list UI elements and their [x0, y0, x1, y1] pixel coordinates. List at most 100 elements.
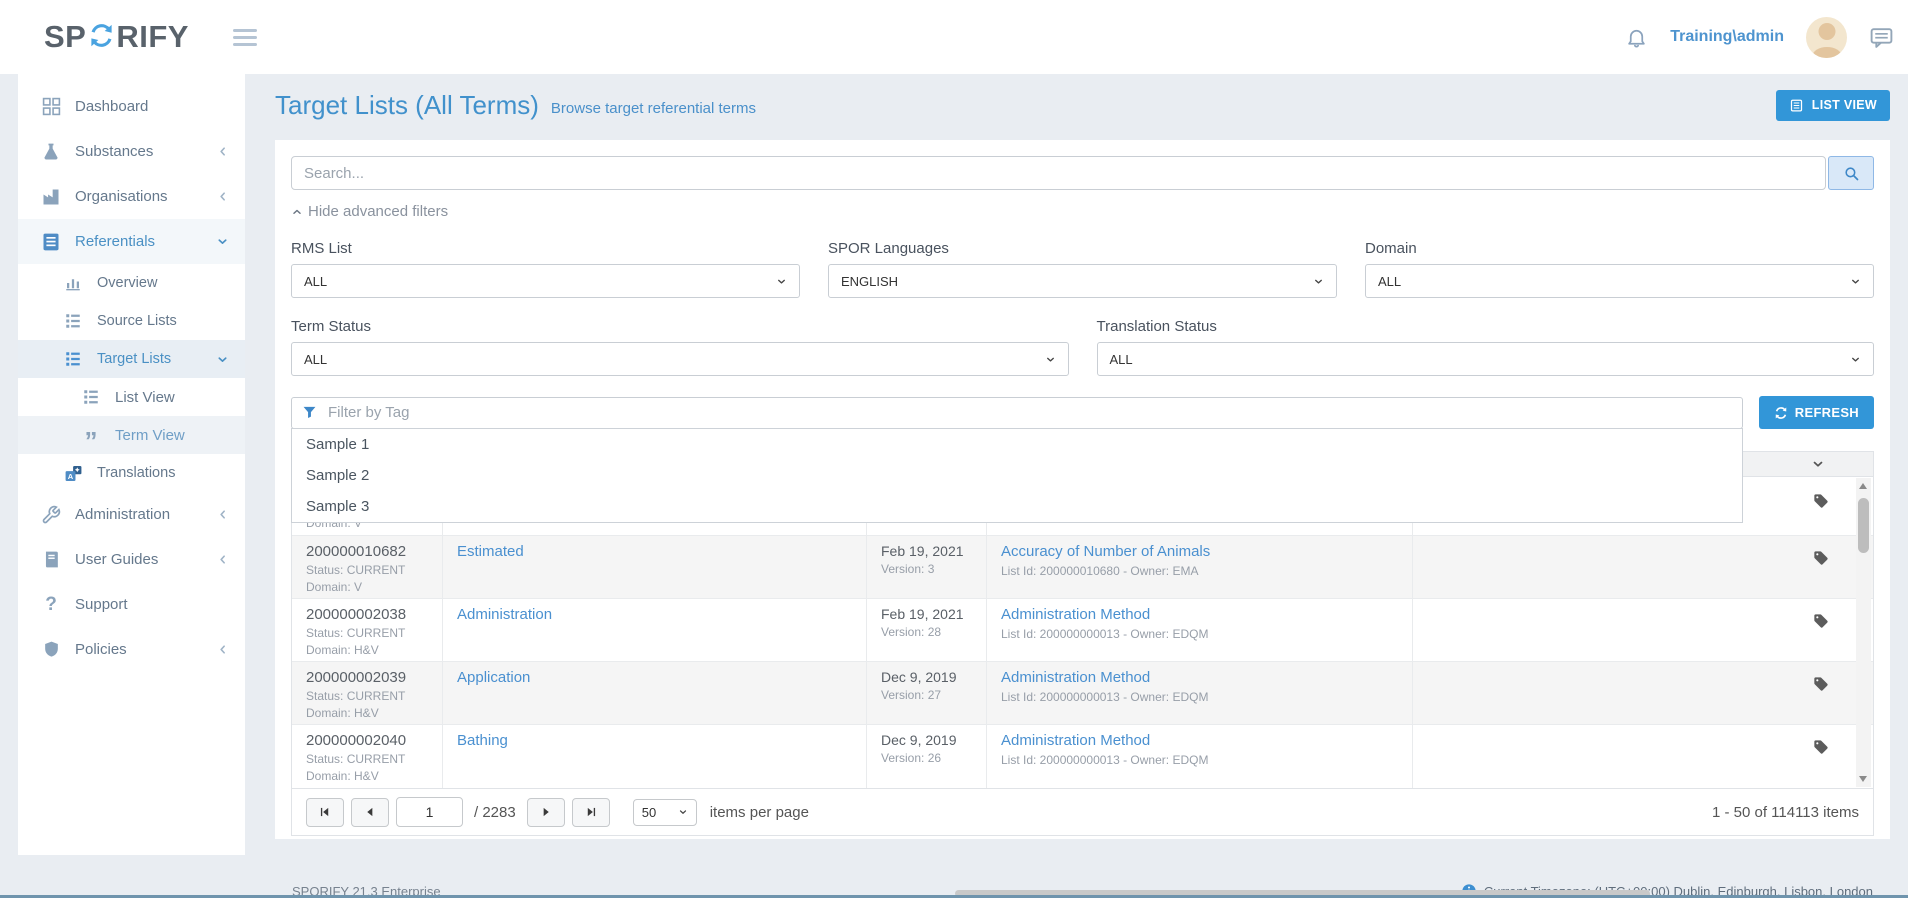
- sidebar-item-dashboard[interactable]: Dashboard: [18, 84, 245, 129]
- wrench-icon: [40, 504, 62, 526]
- feedback-chat-icon[interactable]: [1869, 25, 1894, 50]
- translation-status-select[interactable]: ALL: [1097, 342, 1875, 376]
- last-page-button[interactable]: [572, 798, 610, 827]
- tag-icon[interactable]: [1813, 676, 1829, 692]
- search-input[interactable]: [291, 156, 1826, 190]
- sidebar-item-user-guides[interactable]: User Guides: [18, 537, 245, 582]
- previous-page-button[interactable]: [351, 798, 389, 827]
- term-link[interactable]: Bathing: [457, 732, 508, 749]
- tag-icon[interactable]: [1813, 739, 1829, 755]
- book-icon: [40, 549, 62, 571]
- items-range-label: 1 - 50 of 114113 items: [1712, 804, 1859, 821]
- logo-refresh-icon: [88, 22, 115, 54]
- term-link[interactable]: Application: [457, 669, 530, 686]
- spor-languages-label: SPOR Languages: [828, 240, 1337, 257]
- tag-option-sample-3[interactable]: Sample 3: [292, 491, 1742, 522]
- previous-page-icon: [363, 805, 377, 819]
- term-status-label: Term Status: [291, 318, 1069, 335]
- table-row: 200000002039 Status: CURRENT Domain: H&V…: [292, 662, 1873, 725]
- chevron-down-icon: [776, 276, 787, 287]
- table-row: 200000010682 Status: CURRENT Domain: V E…: [292, 536, 1873, 599]
- domain-select[interactable]: ALL: [1365, 264, 1874, 298]
- chevron-left-icon: [216, 145, 229, 158]
- list-icon: [62, 310, 84, 332]
- list-icon: [80, 386, 102, 408]
- chevron-left-icon: [216, 643, 229, 656]
- sidebar-item-substances[interactable]: Substances: [18, 129, 245, 174]
- chevron-left-icon: [216, 508, 229, 521]
- grid-body: Domain: V 200000010682 Status: CURRENT D…: [292, 477, 1873, 788]
- top-header: SP RIFY Training\admin: [0, 0, 1908, 74]
- avatar[interactable]: [1806, 17, 1847, 58]
- filters-and-grid-panel: Hide advanced filters RMS List ALL SPOR …: [275, 140, 1890, 839]
- table-row: 200000002038 Status: CURRENT Domain: H&V…: [292, 599, 1873, 662]
- scroll-up-arrow[interactable]: [1859, 483, 1867, 489]
- last-page-icon: [584, 805, 598, 819]
- refresh-button[interactable]: REFRESH: [1759, 396, 1874, 429]
- sidebar-item-term-view[interactable]: ” Term View: [18, 416, 245, 454]
- menu-toggle-icon[interactable]: [233, 29, 257, 46]
- chevron-down-icon: [1045, 354, 1056, 365]
- sidebar-item-list-view[interactable]: List View: [18, 378, 245, 416]
- logo-text-prefix: SP: [44, 19, 86, 55]
- user-menu[interactable]: Training\admin: [1670, 28, 1784, 46]
- first-page-icon: [318, 805, 332, 819]
- factory-icon: [40, 186, 62, 208]
- translation-status-label: Translation Status: [1097, 318, 1875, 335]
- grid-header-chevron-down-icon[interactable]: [1811, 457, 1825, 471]
- list-link[interactable]: Administration Method: [1001, 606, 1150, 623]
- scroll-down-arrow[interactable]: [1859, 776, 1867, 782]
- list-icon: [62, 348, 84, 370]
- tag-icon[interactable]: [1813, 613, 1829, 629]
- term-status-select[interactable]: ALL: [291, 342, 1069, 376]
- spor-languages-select[interactable]: ENGLISH: [828, 264, 1337, 298]
- referentials-list-icon: [40, 231, 62, 253]
- browse-terms-link[interactable]: Browse target referential terms: [551, 100, 756, 117]
- chevron-down-icon: [678, 807, 688, 817]
- sidebar-item-administration[interactable]: Administration: [18, 492, 245, 537]
- list-link[interactable]: Accuracy of Number of Animals: [1001, 543, 1210, 560]
- refresh-icon: [1774, 406, 1788, 420]
- sidebar-item-translations[interactable]: Translations: [18, 454, 245, 492]
- quotes-icon: ”: [80, 424, 102, 446]
- sidebar-item-overview[interactable]: Overview: [18, 264, 245, 302]
- app-logo[interactable]: SP RIFY: [44, 19, 189, 55]
- list-view-icon: [1789, 98, 1804, 113]
- first-page-button[interactable]: [306, 798, 344, 827]
- term-link[interactable]: Administration: [457, 606, 552, 623]
- grid-vertical-scrollbar[interactable]: [1856, 478, 1871, 787]
- domain-label: Domain: [1365, 240, 1874, 257]
- rms-list-select[interactable]: ALL: [291, 264, 800, 298]
- term-link[interactable]: Estimated: [457, 543, 524, 560]
- next-page-button[interactable]: [527, 798, 565, 827]
- sidebar-item-source-lists[interactable]: Source Lists: [18, 302, 245, 340]
- next-page-icon: [539, 805, 553, 819]
- tag-option-sample-1[interactable]: Sample 1: [292, 429, 1742, 460]
- page-size-select[interactable]: 50: [633, 799, 697, 826]
- list-link[interactable]: Administration Method: [1001, 669, 1150, 686]
- translate-icon: [62, 462, 84, 484]
- tag-options-dropdown: Sample 1 Sample 2 Sample 3: [291, 428, 1743, 523]
- pagination-bar: / 2283 50 items per page 1 - 50 of 11411…: [292, 788, 1873, 835]
- items-per-page-label: items per page: [710, 804, 809, 821]
- search-button[interactable]: [1828, 156, 1874, 190]
- sidebar-item-referentials[interactable]: Referentials: [18, 219, 245, 264]
- dashboard-grid-icon: [40, 96, 62, 118]
- tag-icon[interactable]: [1813, 550, 1829, 566]
- sidebar-item-policies[interactable]: Policies: [18, 627, 245, 672]
- scrollbar-thumb[interactable]: [1858, 498, 1869, 553]
- sidebar-item-support[interactable]: ? Support: [18, 582, 245, 627]
- page-number-input[interactable]: [396, 797, 463, 827]
- tag-icon[interactable]: [1813, 493, 1829, 509]
- notifications-bell-icon[interactable]: [1625, 26, 1648, 49]
- app-window: SP RIFY Training\admin Dashboard Substan…: [0, 0, 1908, 898]
- filter-by-tag-input[interactable]: [291, 397, 1743, 429]
- tag-option-sample-2[interactable]: Sample 2: [292, 460, 1742, 491]
- list-link[interactable]: Administration Method: [1001, 732, 1150, 749]
- sidebar-item-target-lists[interactable]: Target Lists: [18, 340, 245, 378]
- sidebar-item-organisations[interactable]: Organisations: [18, 174, 245, 219]
- hide-advanced-filters-toggle[interactable]: Hide advanced filters: [291, 203, 448, 220]
- chevron-down-icon: [216, 235, 229, 248]
- list-view-button[interactable]: LIST VIEW: [1776, 90, 1890, 121]
- flask-icon: [40, 141, 62, 163]
